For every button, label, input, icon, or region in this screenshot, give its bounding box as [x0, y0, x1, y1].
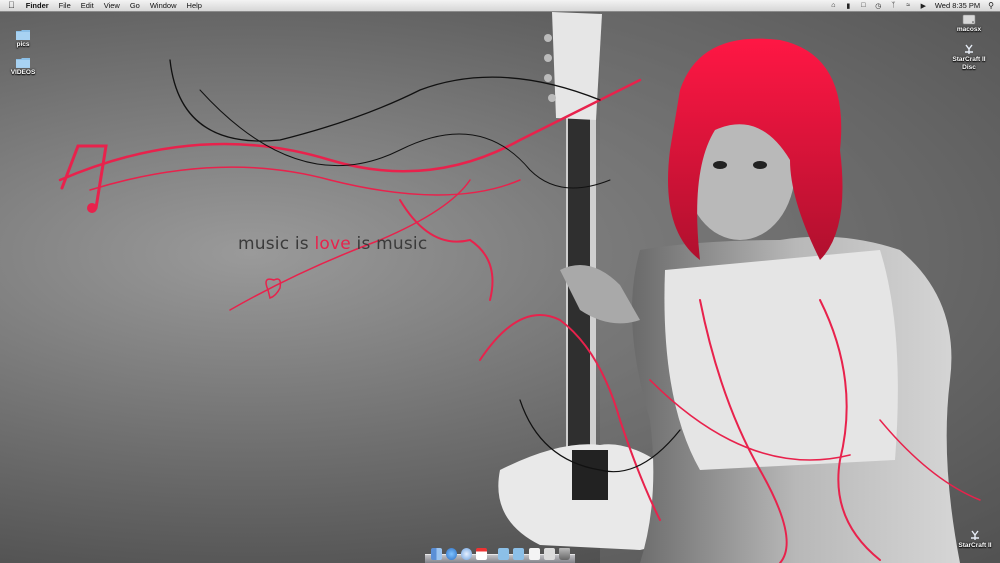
apple-icon[interactable]: : [0, 0, 21, 11]
folder-icon: [16, 30, 30, 40]
desktop-icon-videos[interactable]: VIDEOS: [0, 57, 46, 77]
time-machine-icon[interactable]: ◷: [874, 2, 883, 10]
wallpaper: [58, 0, 1000, 563]
tagline-part-2: is music: [356, 234, 428, 254]
desktop-icon-label: pics: [16, 41, 30, 48]
menu-clock[interactable]: Wed 8:35 PM: [931, 0, 984, 11]
desktop-icon-pics[interactable]: pics: [0, 29, 46, 49]
document-icon[interactable]: [529, 548, 540, 560]
script-icon[interactable]: ⌂: [829, 2, 838, 10]
app-icon: [971, 530, 979, 540]
battery-icon[interactable]: ▮: [844, 2, 853, 10]
menu-bar:  Finder File Edit View Go Window Help ⌂…: [0, 0, 1000, 12]
finder-icon[interactable]: [431, 548, 442, 560]
calendar-icon[interactable]: [476, 548, 487, 560]
wifi-icon[interactable]: ≈: [904, 2, 913, 10]
volume-icon[interactable]: ▶: [919, 2, 928, 10]
desktop-icon-label: VIDEOS: [10, 69, 36, 76]
menu-edit[interactable]: Edit: [76, 0, 99, 11]
app-menu-finder[interactable]: Finder: [21, 0, 54, 11]
desktop-icon-macosx[interactable]: macosx: [946, 14, 992, 34]
desktop-icon-label: macosx: [956, 26, 982, 33]
display-icon[interactable]: □: [859, 2, 868, 10]
menu-go[interactable]: Go: [125, 0, 145, 11]
bluetooth-icon[interactable]: ᛉ: [889, 2, 898, 10]
disc-app-icon: [965, 44, 973, 54]
menu-view[interactable]: View: [99, 0, 125, 11]
hard-drive-icon: [962, 14, 976, 25]
trash-icon[interactable]: [559, 548, 570, 560]
desktop-icon-starcraft-disc[interactable]: StarCraft II Disc: [946, 44, 992, 71]
desktop-icon-label: StarCraft II: [958, 542, 992, 549]
menu-window[interactable]: Window: [145, 0, 182, 11]
window-icon[interactable]: [544, 548, 555, 560]
spotlight-icon[interactable]: ⚲: [984, 1, 1000, 10]
itunes-icon[interactable]: [461, 548, 472, 560]
safari-icon[interactable]: [446, 548, 457, 560]
tagline-love: love: [314, 234, 351, 254]
folder-icon[interactable]: [498, 548, 509, 560]
folder-icon: [16, 58, 30, 68]
desktop-icon-label: StarCraft II Disc: [952, 56, 986, 71]
desktop-icon-starcraft[interactable]: StarCraft II: [952, 530, 998, 550]
wallpaper-tagline: music is love is music: [238, 234, 427, 254]
menu-help[interactable]: Help: [182, 0, 207, 11]
desktop: music is love is music pics VIDEOS macos…: [0, 0, 1000, 563]
tagline-part-1: music is: [238, 234, 309, 254]
menu-file[interactable]: File: [54, 0, 76, 11]
folder-icon[interactable]: [513, 548, 524, 560]
dock: [425, 541, 575, 563]
